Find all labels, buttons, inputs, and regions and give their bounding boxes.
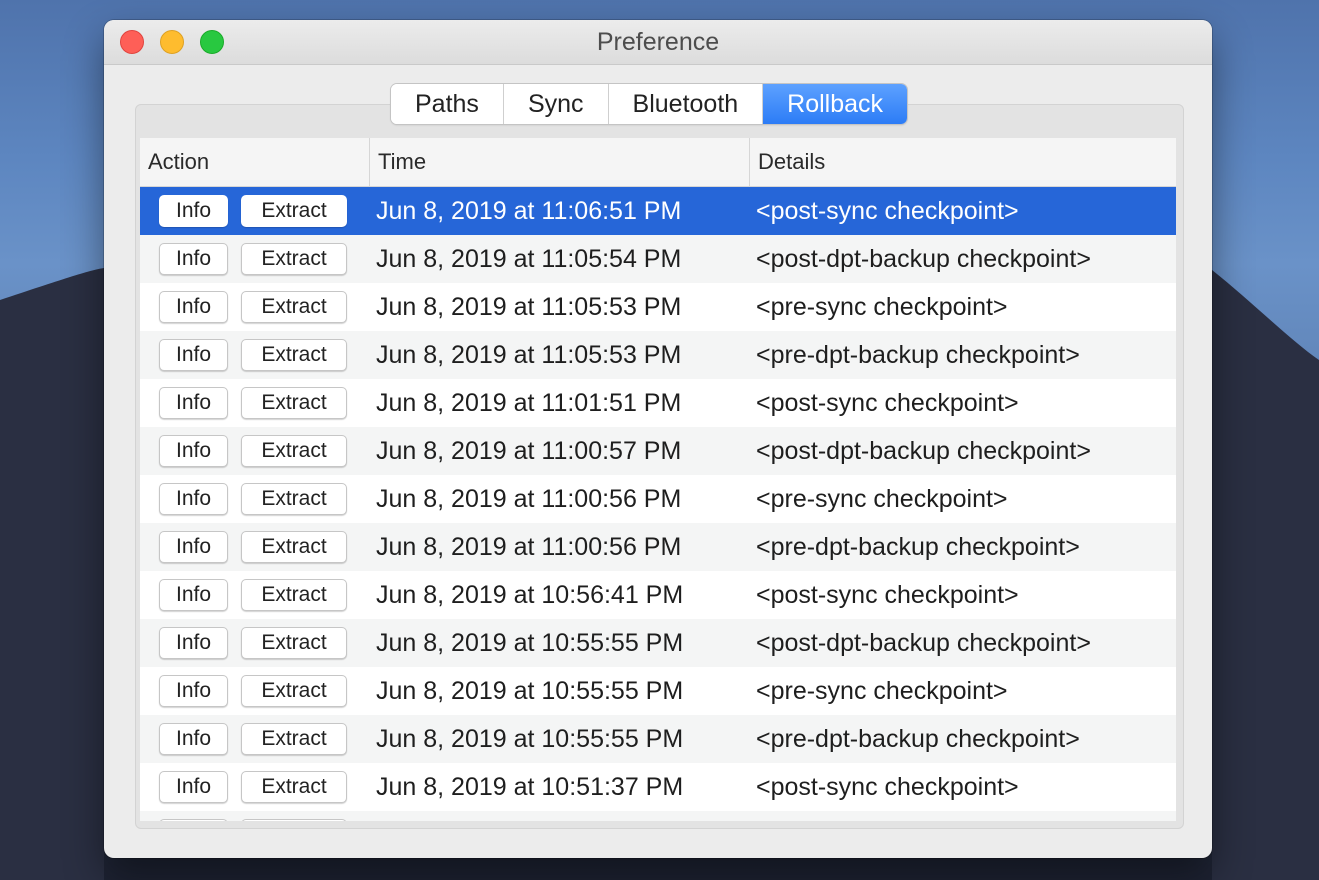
- extract-button[interactable]: Extract: [241, 579, 347, 611]
- table-row[interactable]: Info Extract Jun 8, 2019 at 11:05:53 PM <pr…: [140, 283, 1176, 331]
- extract-button[interactable]: Extract: [241, 339, 347, 371]
- extract-button[interactable]: Extract: [241, 723, 347, 755]
- details-cell: <pre-sync checkpoint>: [756, 293, 1008, 321]
- table-row[interactable]: Info Extract Jun 8, 2019 at 11:00:56 PM <pr…: [140, 523, 1176, 571]
- info-button[interactable]: Info: [159, 627, 228, 659]
- extract-button[interactable]: Extract: [241, 627, 347, 659]
- extract-button[interactable]: Extract: [241, 435, 347, 467]
- rollback-table: Action Time Details Info Extract Jun 8, 20…: [140, 138, 1176, 821]
- time-cell: Jun 8, 2019 at 11:01:51 PM: [376, 389, 682, 417]
- tab-sync[interactable]: Sync: [503, 84, 609, 124]
- details-cell: <post-dpt-backup checkpoint>: [756, 629, 1091, 657]
- table-header: Action Time Details: [140, 138, 1176, 187]
- info-button[interactable]: Info: [159, 531, 228, 563]
- column-header-time[interactable]: Time: [369, 138, 749, 186]
- title-bar: Preference: [104, 20, 1212, 65]
- details-cell: <pre-dpt-backup checkpoint>: [756, 341, 1080, 369]
- time-cell: Jun 8, 2019 at 10:55:55 PM: [376, 629, 684, 657]
- time-cell: Jun 8, 2019 at 10:51:37 PM: [376, 773, 684, 801]
- info-button[interactable]: Info: [159, 195, 228, 227]
- table-row[interactable]: Info Extract Jun 8, 2019 at 11:06:51 PM <po…: [140, 187, 1176, 235]
- table-row-partial[interactable]: [140, 811, 1176, 821]
- details-cell: <post-sync checkpoint>: [756, 773, 1019, 801]
- time-cell: Jun 8, 2019 at 11:05:54 PM: [376, 245, 682, 273]
- info-button[interactable]: [159, 819, 228, 821]
- extract-button[interactable]: Extract: [241, 243, 347, 275]
- table-row[interactable]: Info Extract Jun 8, 2019 at 10:55:55 PM <pr…: [140, 667, 1176, 715]
- extract-button[interactable]: [241, 819, 347, 821]
- details-cell: <post-sync checkpoint>: [756, 197, 1019, 225]
- info-button[interactable]: Info: [159, 243, 228, 275]
- info-button[interactable]: Info: [159, 675, 228, 707]
- time-cell: Jun 8, 2019 at 11:00:56 PM: [376, 533, 682, 561]
- extract-button[interactable]: Extract: [241, 195, 347, 227]
- details-cell: <pre-dpt-backup checkpoint>: [756, 725, 1080, 753]
- details-cell: <post-sync checkpoint>: [756, 389, 1019, 417]
- column-header-action[interactable]: Action: [140, 138, 369, 186]
- info-button[interactable]: Info: [159, 339, 228, 371]
- details-cell: <pre-sync checkpoint>: [756, 485, 1008, 513]
- table-row[interactable]: Info Extract Jun 8, 2019 at 11:00:57 PM <po…: [140, 427, 1176, 475]
- table-row[interactable]: Info Extract Jun 8, 2019 at 10:55:55 PM <po…: [140, 619, 1176, 667]
- info-button[interactable]: Info: [159, 723, 228, 755]
- info-button[interactable]: Info: [159, 291, 228, 323]
- info-button[interactable]: Info: [159, 483, 228, 515]
- time-cell: Jun 8, 2019 at 11:06:51 PM: [376, 197, 682, 225]
- table-row[interactable]: Info Extract Jun 8, 2019 at 10:55:55 PM <pr…: [140, 715, 1176, 763]
- info-button[interactable]: Info: [159, 579, 228, 611]
- column-header-details[interactable]: Details: [749, 138, 1176, 186]
- tab-rollback[interactable]: Rollback: [763, 84, 908, 124]
- extract-button[interactable]: Extract: [241, 675, 347, 707]
- extract-button[interactable]: Extract: [241, 531, 347, 563]
- extract-button[interactable]: Extract: [241, 771, 347, 803]
- extract-button[interactable]: Extract: [241, 387, 347, 419]
- details-cell: <post-sync checkpoint>: [756, 581, 1019, 609]
- table-body: Info Extract Jun 8, 2019 at 11:06:51 PM <po…: [140, 187, 1176, 821]
- info-button[interactable]: Info: [159, 435, 228, 467]
- table-row[interactable]: Info Extract Jun 8, 2019 at 11:05:53 PM <pr…: [140, 331, 1176, 379]
- table-row[interactable]: Info Extract Jun 8, 2019 at 11:00:56 PM <pr…: [140, 475, 1176, 523]
- window-title: Preference: [596, 28, 720, 56]
- info-button[interactable]: Info: [159, 771, 228, 803]
- preference-window: Preference Paths Sync Bluetooth Rollback…: [104, 20, 1212, 858]
- info-button[interactable]: Info: [159, 387, 228, 419]
- time-cell: Jun 8, 2019 at 10:56:41 PM: [376, 581, 684, 609]
- time-cell: Jun 8, 2019 at 10:55:55 PM: [376, 677, 684, 705]
- tab-bar: Paths Sync Bluetooth Rollback: [391, 84, 908, 124]
- extract-button[interactable]: Extract: [241, 291, 347, 323]
- details-cell: <post-dpt-backup checkpoint>: [756, 245, 1091, 273]
- time-cell: Jun 8, 2019 at 11:00:56 PM: [376, 485, 682, 513]
- tab-bluetooth[interactable]: Bluetooth: [608, 84, 764, 124]
- details-cell: <post-dpt-backup checkpoint>: [756, 437, 1091, 465]
- time-cell: Jun 8, 2019 at 11:05:53 PM: [376, 293, 682, 321]
- table-row[interactable]: Info Extract Jun 8, 2019 at 11:01:51 PM <po…: [140, 379, 1176, 427]
- extract-button[interactable]: Extract: [241, 483, 347, 515]
- table-row[interactable]: Info Extract Jun 8, 2019 at 11:05:54 PM <po…: [140, 235, 1176, 283]
- time-cell: Jun 8, 2019 at 10:55:55 PM: [376, 725, 684, 753]
- details-cell: <pre-dpt-backup checkpoint>: [756, 533, 1080, 561]
- time-cell: Jun 8, 2019 at 11:00:57 PM: [376, 437, 682, 465]
- table-row[interactable]: Info Extract Jun 8, 2019 at 10:56:41 PM <po…: [140, 571, 1176, 619]
- tab-paths[interactable]: Paths: [391, 84, 504, 124]
- table-row[interactable]: Info Extract Jun 8, 2019 at 10:51:37 PM <po…: [140, 763, 1176, 811]
- time-cell: Jun 8, 2019 at 11:05:53 PM: [376, 341, 682, 369]
- details-cell: <pre-sync checkpoint>: [756, 677, 1008, 705]
